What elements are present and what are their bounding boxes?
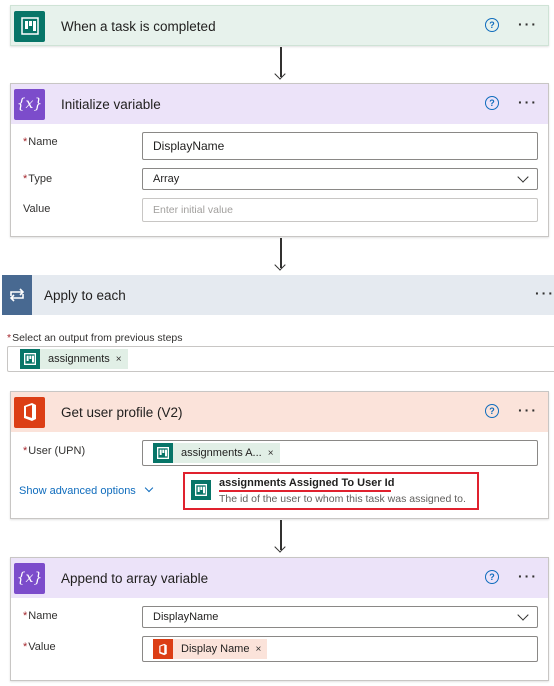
planner-icon <box>191 480 211 500</box>
loop-icon <box>2 275 32 315</box>
name-label: *Name <box>23 610 58 622</box>
chevron-down-icon <box>517 171 529 183</box>
get-user-profile-header[interactable]: Get user profile (V2) <box>11 392 548 432</box>
append-to-array-card[interactable]: {x} Append to array variable ? ··· *Name… <box>10 557 549 681</box>
initialize-variable-card[interactable]: {x} Initialize variable ? ··· *Name Disp… <box>10 83 549 237</box>
chevron-down-icon <box>144 483 154 493</box>
tooltip-title: assignments Assigned To User Id <box>219 477 395 489</box>
append-to-array-title: Append to array variable <box>61 570 209 586</box>
help-icon[interactable]: ? <box>485 18 499 32</box>
trigger-card[interactable]: When a task is completed ? ··· <box>10 5 549 46</box>
more-options-icon[interactable]: ··· <box>518 16 538 32</box>
append-value-input[interactable]: Display Name × <box>142 636 538 662</box>
user-upn-label: *User (UPN) <box>23 445 86 457</box>
tooltip-underline <box>219 490 391 492</box>
tooltip-description: The id of the user to whom this task was… <box>219 493 466 505</box>
variable-icon: {x} <box>14 88 45 120</box>
append-name-select[interactable]: DisplayName <box>142 606 538 628</box>
help-icon[interactable]: ? <box>485 96 499 110</box>
trigger-title: When a task is completed <box>61 18 216 34</box>
help-icon[interactable]: ? <box>485 570 499 584</box>
select-output-input[interactable]: assignments × <box>7 346 554 372</box>
trigger-header[interactable]: When a task is completed <box>11 6 548 46</box>
display-name-token[interactable]: Display Name × <box>153 639 268 659</box>
get-user-profile-title: Get user profile (V2) <box>61 404 183 420</box>
user-upn-input[interactable]: assignments A... × <box>142 440 538 466</box>
dynamic-content-tooltip[interactable]: assignments Assigned To User Id The id o… <box>183 472 479 510</box>
arrow-head-icon <box>274 541 286 553</box>
assignments-assigned-token[interactable]: assignments A... × <box>153 443 280 463</box>
more-options-icon[interactable]: ··· <box>518 402 538 418</box>
variable-icon: {x} <box>14 562 45 594</box>
arrow-head-icon <box>274 68 286 80</box>
show-advanced-options-link[interactable]: Show advanced options <box>19 483 154 497</box>
type-label: *Type <box>23 173 53 185</box>
help-icon[interactable]: ? <box>485 404 499 418</box>
more-options-icon[interactable]: ··· <box>518 568 538 584</box>
planner-icon <box>14 10 45 42</box>
chevron-down-icon <box>517 609 529 621</box>
remove-token-icon[interactable]: × <box>255 644 261 655</box>
value-label: Value <box>23 203 51 215</box>
office-icon <box>153 639 173 659</box>
arrow-head-icon <box>274 259 286 271</box>
remove-token-icon[interactable]: × <box>116 354 122 365</box>
variable-value-input[interactable]: Enter initial value <box>142 198 538 222</box>
planner-icon <box>20 349 40 369</box>
variable-name-input[interactable]: DisplayName <box>142 132 538 160</box>
initialize-variable-header[interactable]: {x} Initialize variable <box>11 84 548 124</box>
apply-to-each-header[interactable]: Apply to each ··· <box>2 275 554 315</box>
apply-to-each-title: Apply to each <box>44 287 126 303</box>
select-output-label: *Select an output from previous steps <box>7 332 183 344</box>
planner-icon <box>153 443 173 463</box>
remove-token-icon[interactable]: × <box>268 448 274 459</box>
initialize-variable-title: Initialize variable <box>61 96 161 112</box>
variable-type-select[interactable]: Array <box>142 168 538 190</box>
assignments-token[interactable]: assignments × <box>20 349 128 369</box>
more-options-icon[interactable]: ··· <box>518 94 538 110</box>
name-label: *Name <box>23 136 58 148</box>
value-label: *Value <box>23 641 56 653</box>
append-to-array-header[interactable]: {x} Append to array variable <box>11 558 548 598</box>
office-icon <box>14 396 45 428</box>
more-options-icon[interactable]: ··· <box>535 285 554 301</box>
